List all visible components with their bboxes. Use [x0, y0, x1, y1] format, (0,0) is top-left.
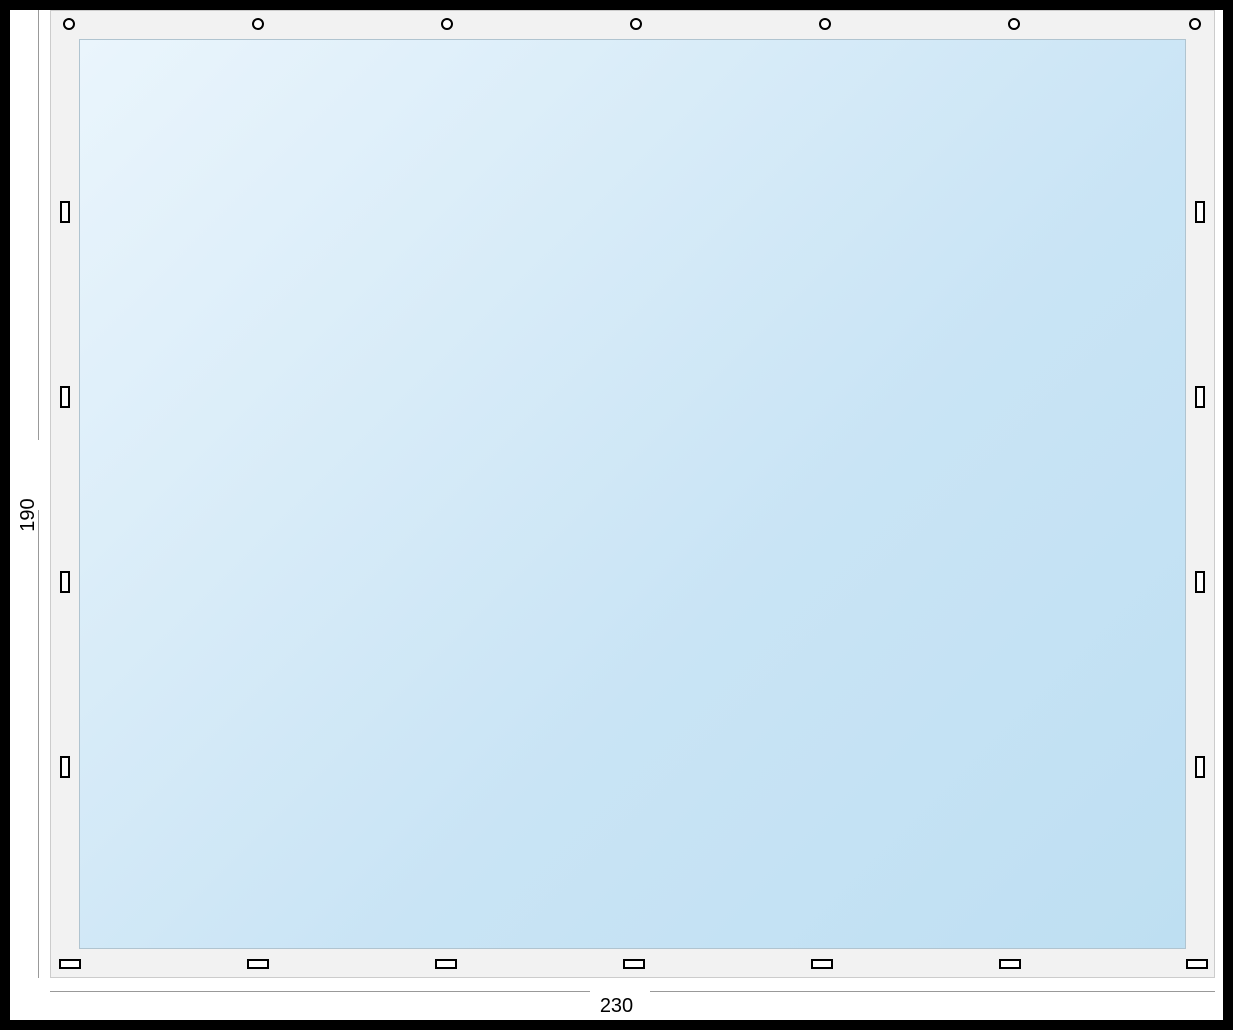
height-dimension-line-lower — [38, 510, 39, 978]
width-dimension-line-left — [50, 991, 590, 992]
width-dimension-label: 230 — [600, 995, 633, 1018]
drawing-frame: 190 230 — [10, 10, 1223, 1020]
eyelet-rect-icon — [999, 959, 1021, 969]
eyelet-rect-icon — [1195, 756, 1205, 778]
height-dimension-line-upper — [38, 10, 39, 440]
eyelet-rect-icon — [1195, 386, 1205, 408]
height-dimension-label: 190 — [17, 498, 40, 531]
eyelet-rect-icon — [1195, 201, 1205, 223]
eyelet-rect-icon — [59, 959, 81, 969]
eyelet-round-icon — [252, 18, 264, 30]
eyelet-rect-icon — [1186, 959, 1208, 969]
eyelet-round-icon — [630, 18, 642, 30]
eyelet-rect-icon — [435, 959, 457, 969]
eyelet-round-icon — [1008, 18, 1020, 30]
eyelet-round-icon — [441, 18, 453, 30]
eyelet-rect-icon — [623, 959, 645, 969]
eyelet-rect-icon — [811, 959, 833, 969]
tarp-surface — [79, 39, 1186, 949]
tarp-panel — [50, 10, 1215, 978]
eyelet-round-icon — [1189, 18, 1201, 30]
eyelet-rect-icon — [60, 386, 70, 408]
width-dimension-line-right — [650, 991, 1215, 992]
eyelet-round-icon — [63, 18, 75, 30]
eyelet-round-icon — [819, 18, 831, 30]
eyelet-rect-icon — [60, 201, 70, 223]
eyelet-rect-icon — [60, 571, 70, 593]
eyelet-rect-icon — [1195, 571, 1205, 593]
eyelet-rect-icon — [247, 959, 269, 969]
eyelet-rect-icon — [60, 756, 70, 778]
